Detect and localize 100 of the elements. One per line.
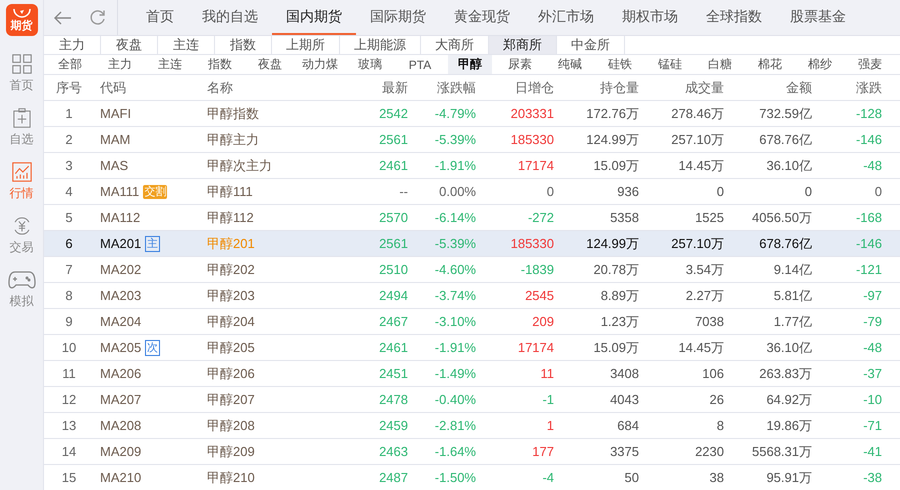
exchange-tab[interactable]: 上期所 [272, 36, 340, 54]
table-cell-text: 甲醇指数 [206, 104, 260, 122]
column-header[interactable]: 涨跌幅 [411, 78, 479, 96]
table-cell-text: 4043 [609, 392, 640, 407]
table-cell-text: 11 [61, 366, 77, 381]
table-row[interactable]: 13 MA208 甲醇208 2459 -2.81% 1 684 8 19.86万 -71 [44, 413, 900, 439]
product-tab[interactable]: 棉花 [745, 55, 795, 74]
table-cell-text: -1.49% [434, 366, 477, 381]
exchange-tab[interactable]: 指数 [215, 36, 272, 54]
table-row[interactable]: 7 MA202 甲醇202 2510 -4.60% -1839 20.78万 3.54万 9.14亿 -121 [44, 257, 900, 283]
table-row[interactable]: 12 MA207 甲醇207 2478 -0.40% -1 4043 26 64.92万 -10 [44, 387, 900, 413]
column-header[interactable]: 名称 [201, 78, 339, 96]
table-row[interactable]: 3 MAS 甲醇次主力 2461 -1.91% 17174 15.09万 14.45万 36.10亿 -48 [44, 153, 900, 179]
column-header[interactable]: 序号 [44, 78, 94, 96]
table-cell-text: 3375 [609, 444, 640, 459]
table-cell-text: 12 [60, 392, 78, 407]
table-cell-text: 0.00% [438, 184, 477, 199]
table-row[interactable]: 2 MAM 甲醇主力 2561 -5.39% 185330 124.99万 257.10万 678.76亿 -146 [44, 127, 900, 153]
product-tab[interactable]: 尿素 [495, 55, 545, 74]
table-cell-text: 5 [64, 210, 74, 225]
exchange-tab[interactable]: 中金所 [557, 36, 625, 54]
table-cell-text: 1.77亿 [772, 312, 813, 330]
exchange-tab[interactable]: 主连 [158, 36, 215, 54]
table-cell-text: 甲醇主力 [206, 130, 260, 148]
table-cell-text: -1.64% [434, 444, 477, 459]
table-cell-text: -97 [862, 288, 883, 303]
table-cell-text: 0 [716, 184, 725, 199]
column-header[interactable]: 金额 [727, 78, 815, 96]
exchange-tab[interactable]: 上期能源 [340, 36, 421, 54]
product-tab[interactable]: 动力煤 [295, 55, 345, 74]
column-header[interactable]: 最新 [339, 78, 411, 96]
table-cell-text: 172.76万 [585, 104, 640, 122]
product-tab[interactable]: 夜盘 [245, 55, 295, 74]
table-cell: MA206 [100, 366, 142, 381]
product-tab[interactable]: 全部 [45, 55, 95, 74]
table-cell-text: 1525 [694, 210, 725, 225]
table-row[interactable]: 10 MA205 次 甲醇205 2461 -1.91% 17174 15.09万 14.45万 36.10亿 -48 [44, 335, 900, 361]
table-row[interactable]: 15 MA210 甲醇210 2487 -1.50% -4 50 38 95.91万 -38 [44, 465, 900, 490]
table-cell-text: 1 [546, 418, 555, 433]
nav-tab[interactable]: 国际期货 [356, 0, 440, 35]
table-row[interactable]: 14 MA209 甲醇209 2463 -1.64% 177 3375 2230 5568.31万 -41 [44, 439, 900, 465]
product-tab[interactable]: 白糖 [695, 55, 745, 74]
product-tab[interactable]: 玻璃 [345, 55, 395, 74]
back-arrow-icon[interactable] [54, 10, 72, 24]
grid-icon [10, 54, 34, 74]
table-row[interactable]: 8 MA203 甲醇203 2494 -3.74% 2545 8.89万 2.27万 5.81亿 -97 [44, 283, 900, 309]
table-cell-text: 2230 [694, 444, 725, 459]
product-tab[interactable]: 甲醇 [448, 55, 492, 74]
exchange-tab[interactable]: 夜盘 [101, 36, 158, 54]
nav-tab[interactable]: 首页 [132, 0, 188, 35]
nav-tab[interactable]: 外汇市场 [524, 0, 608, 35]
product-tab[interactable]: 指数 [195, 55, 245, 74]
table-row[interactable]: 9 MA204 甲醇204 2467 -3.10% 209 1.23万 7038 1.77亿 -79 [44, 309, 900, 335]
product-tab[interactable]: 强麦 [845, 55, 895, 74]
nav-tab[interactable]: 全球指数 [692, 0, 776, 35]
table-row[interactable]: 4 MA111 交割 甲醇111 -- 0.00% 0 936 0 0 0 [44, 179, 900, 205]
column-header[interactable]: 代码 [94, 78, 201, 96]
product-tab[interactable]: 纯碱 [545, 55, 595, 74]
table-cell-text: 6 [64, 236, 74, 251]
product-tab[interactable]: 锰硅 [645, 55, 695, 74]
product-tab[interactable]: 主连 [145, 55, 195, 74]
column-header[interactable]: 成交量 [642, 78, 727, 96]
table-cell-text: 38 [708, 470, 725, 485]
table-cell-text: -- [398, 184, 409, 199]
table-cell-text: 185330 [510, 132, 555, 147]
refresh-icon[interactable] [89, 9, 106, 26]
table-cell-text: -3.10% [434, 314, 477, 329]
nav-tab[interactable]: 期权市场 [608, 0, 692, 35]
product-tab[interactable]: 棉纱 [795, 55, 845, 74]
product-tab[interactable]: PTA [395, 55, 445, 74]
table-cell-text: 124.99万 [585, 130, 640, 148]
table-cell-text: 936 [616, 184, 640, 199]
nav-tab[interactable]: 股票基金 [776, 0, 860, 35]
table-cell-text: -1.91% [434, 340, 477, 355]
table-cell-text: 0 [874, 184, 883, 199]
nav-tab[interactable]: 我的自选 [188, 0, 272, 35]
column-header[interactable]: 涨跌 [815, 78, 885, 96]
table-cell-text: 95.91万 [765, 468, 813, 486]
table-cell-text: 263.83万 [758, 364, 813, 382]
table-cell-text: 64.92万 [765, 390, 813, 408]
table-row[interactable]: 11 MA206 甲醇206 2451 -1.49% 11 3408 106 263.83万 -37 [44, 361, 900, 387]
table-row[interactable]: 1 MAFI 甲醇指数 2542 -4.79% 203331 172.76万 278.46万 732.59亿 -128 [44, 101, 900, 127]
table-cell-text: 5358 [609, 210, 640, 225]
exchange-tab[interactable]: 主力 [44, 36, 101, 54]
table-cell-text: 2545 [524, 288, 555, 303]
table-cell-text: 1 [64, 106, 74, 121]
product-tab[interactable]: 主力 [95, 55, 145, 74]
column-header[interactable]: 日增仓 [479, 78, 557, 96]
nav-tab[interactable]: 黄金现货 [440, 0, 524, 35]
table-cell-text: 732.59亿 [758, 104, 813, 122]
product-tab[interactable]: 硅铁 [595, 55, 645, 74]
table-cell-text: 13 [60, 418, 78, 433]
table-cell-text: 甲醇206 [206, 364, 256, 382]
table-row[interactable]: 6 MA201 主 甲醇201 2561 -5.39% 185330 124.99万 257.10万 678.76亿 -146 [44, 231, 900, 257]
table-cell-text: 1.23万 [600, 312, 640, 330]
exchange-tab[interactable]: 郑商所 [489, 36, 557, 54]
nav-tab[interactable]: 国内期货 [272, 0, 356, 35]
column-header[interactable]: 持仓量 [557, 78, 642, 96]
chart-icon [10, 162, 34, 182]
table-cell-text: 36.10亿 [765, 156, 813, 174]
